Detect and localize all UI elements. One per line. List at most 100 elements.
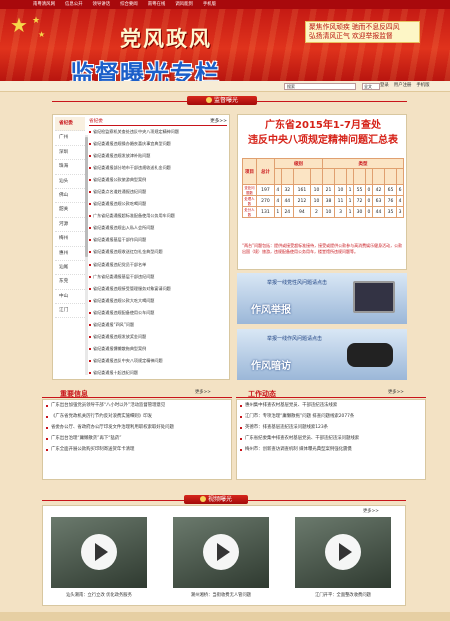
video-thumbnail[interactable] xyxy=(173,517,269,588)
list-item[interactable]: 省纪委通报违规公款吃喝问题 xyxy=(89,198,227,210)
list-item[interactable]: 惠州集中排查农村基层党员、干部违纪违法线索 xyxy=(237,400,425,411)
table-subheader xyxy=(383,168,398,185)
region-tab[interactable]: 珠海 xyxy=(55,160,85,175)
video-thumbnail[interactable] xyxy=(51,517,147,588)
list-item[interactable]: 广东省纪委集中排查农村基层党员、干部违纪违法问题线索 xyxy=(237,433,425,444)
table-cell: 10 xyxy=(334,184,348,196)
list-item[interactable]: 英德市：排查基层违纪违法问题线索123条 xyxy=(237,422,425,433)
list-item[interactable]: 广东全面开展公款购买印制寄送贺年卡清理 xyxy=(43,444,231,455)
section-label: 视频曝光 xyxy=(207,496,232,503)
list-item[interactable]: 省纪委通报违纪党员干部名单 xyxy=(89,259,227,271)
region-tab[interactable]: 江门 xyxy=(55,304,85,319)
header-banner: ★ ★ ★ 党风政风 监督曝光专栏 聚焦作风顽疾 驰而不息反四风 弘扬清风正气 … xyxy=(0,9,450,81)
region-tab[interactable]: 佛山 xyxy=(55,189,85,204)
table-cell: 24 xyxy=(280,206,294,218)
nav-item[interactable]: 南粤清风网 xyxy=(28,0,60,9)
list-item[interactable]: 省纪委通报违规收送红包礼金典型问题 xyxy=(89,246,227,258)
list-item[interactable]: 省纪委通报十起违纪问题 xyxy=(89,367,227,379)
table-row: 处分人数 131 1 24 94 2 10 3 1 30 0 44 35 3 xyxy=(242,206,404,218)
list-item[interactable]: 省纪委通报违规发放奖金问题 xyxy=(89,331,227,343)
work-more-link[interactable]: 更多>> xyxy=(388,389,404,395)
region-tab[interactable]: 惠州 xyxy=(55,247,85,261)
table-cell: 1 xyxy=(346,195,354,207)
play-icon[interactable] xyxy=(81,534,117,570)
video-more-link[interactable]: 更多>> xyxy=(363,508,379,514)
work-section-title: 工作动态 xyxy=(248,390,276,398)
nav-item[interactable]: 调风能到 xyxy=(170,0,198,9)
region-tab[interactable]: 梅州 xyxy=(55,232,85,247)
list-item[interactable]: 省纪委通报公款旅游典型案例 xyxy=(89,174,227,186)
list-item[interactable]: 省纪检监察机关查处违反中央八项规定精神问题 xyxy=(89,126,227,138)
table-cell: 21 xyxy=(321,184,336,196)
banner-heading: 作风暗访 xyxy=(251,361,291,372)
region-tab[interactable]: 韶关 xyxy=(55,203,85,218)
list-item[interactable]: 省纪委通报违规操办婚丧喜庆事宜典型问题 xyxy=(89,138,227,150)
row-label: 查处问题数 xyxy=(242,184,257,196)
list-item[interactable]: 省纪委通报部分地市干部违规收送礼金问题 xyxy=(89,162,227,174)
list-item[interactable]: 省纪委通报基层干部作风问题 xyxy=(89,234,227,246)
nav-item[interactable]: 综合要闻 xyxy=(115,0,143,9)
news-more-link[interactable]: 更多>> xyxy=(195,389,211,395)
table-cell: 11 xyxy=(334,195,348,207)
mobile-link[interactable]: 手机版 xyxy=(416,82,429,90)
list-item[interactable]: 省纪委通报“四风”问题 xyxy=(89,319,227,331)
report-banner[interactable]: 举报一线党性风问题请点击 作风举报 xyxy=(237,273,407,324)
nav-item[interactable]: 南粤在线 xyxy=(143,0,171,9)
table-cell: 2 xyxy=(309,206,324,218)
login-link[interactable]: 登录 xyxy=(380,82,389,90)
scrollbar[interactable] xyxy=(85,135,88,375)
search-bar: 搜索 全文 登录 用户注册 手机版 xyxy=(0,81,450,92)
nav-item[interactable]: 信息公开 xyxy=(60,0,88,9)
table-cell: 10 xyxy=(321,206,336,218)
list-item[interactable]: 省纪委通报违规配备使用公车问题 xyxy=(89,307,227,319)
list-item[interactable]: 省纪委通报违规出入私人会所问题 xyxy=(89,222,227,234)
section-title-supervise: 监督曝光 xyxy=(187,96,257,105)
region-tab[interactable]: 深圳 xyxy=(55,146,85,161)
list-item[interactable]: 广东省纪委通报超标准配备使用公务用车问题 xyxy=(89,210,227,222)
search-scope-select[interactable]: 全文 xyxy=(362,83,380,90)
list-item[interactable]: 省纪委通报违规接受管理服务对象宴请问题 xyxy=(89,283,227,295)
table-cell: 1 xyxy=(346,206,354,218)
video-thumbnail[interactable] xyxy=(295,517,391,588)
list-item[interactable]: 广东出台加强党员领导干部“八小时以外”活动监督管理意见 xyxy=(43,400,231,411)
table-cell: 212 xyxy=(292,195,311,207)
play-icon[interactable] xyxy=(325,534,361,570)
video-caption[interactable]: 潮州湘桥：当街收费无人管问题 xyxy=(173,592,269,598)
table-cell: 197 xyxy=(256,184,275,196)
slogan-line: 聚焦作风顽疾 驰而不息反四风 xyxy=(309,23,400,31)
list-item[interactable]: 省纪委通报违反中央八项规定精神问题 xyxy=(89,355,227,367)
star-icon: ★ xyxy=(10,13,28,37)
region-tab[interactable]: 汕头 xyxy=(55,175,85,189)
stats-title-line2: 违反中央八项规定精神问题汇总表 xyxy=(248,135,398,146)
region-tab[interactable]: 广州 xyxy=(55,131,85,146)
more-link[interactable]: 更多>> xyxy=(210,117,227,125)
video-caption[interactable]: 汕头潮南：立行立改 优化政务服务 xyxy=(51,592,147,598)
region-tab[interactable]: 河源 xyxy=(55,218,85,233)
list-item[interactable]: 《广东省党政机关厉行节约反对浪费实施细则》印发 xyxy=(43,411,231,422)
banner-text: 举报一线党性风问题请点击 xyxy=(267,280,328,286)
table-cell: 4 xyxy=(396,195,404,207)
list-item[interactable]: 省纪委通报违规发放津补贴问题 xyxy=(89,150,227,162)
list-item[interactable]: 省委办公厅、省政府办公厅印发文件治理利用职权索取好处问题 xyxy=(43,422,231,433)
play-icon[interactable] xyxy=(203,534,239,570)
region-tab[interactable]: 省纪委 xyxy=(55,117,85,132)
table-subheader xyxy=(334,168,348,185)
table-subheader xyxy=(321,168,336,185)
stats-panel: 广东省2015年1-7月查处 违反中央八项规定精神问题汇总表 项目 总计 级别 类型查… xyxy=(237,114,407,270)
list-item[interactable]: 省纪委通报慵懒散拖典型案例 xyxy=(89,343,227,355)
region-tab[interactable]: 中山 xyxy=(55,290,85,305)
nav-item[interactable]: 手机版 xyxy=(198,0,221,9)
nav-item[interactable]: 领导讲话 xyxy=(88,0,116,9)
inspection-banner[interactable]: 举报一线作风问题请点击 作风暗访 xyxy=(237,329,407,380)
region-tab[interactable]: 汕尾 xyxy=(55,261,85,276)
list-item[interactable]: 梅州市：创新查访调查机制 媒体曝光典型案例强化震慑 xyxy=(237,444,425,455)
list-item[interactable]: 广东省纪委通报基层干部违纪问题 xyxy=(89,271,227,283)
video-caption[interactable]: 江门开平：全面整改收费问题 xyxy=(295,592,391,598)
search-input[interactable]: 搜索 xyxy=(284,83,356,90)
list-item[interactable]: 江门市：专项治理“庸懒散拖”问题 排查问题线索2077条 xyxy=(237,411,425,422)
region-tab[interactable]: 东莞 xyxy=(55,275,85,290)
list-item[interactable]: 广东出台治理“庸懒散贪”再下“猛药” xyxy=(43,433,231,444)
list-item[interactable]: 省纪委点名道姓通报违纪问题 xyxy=(89,186,227,198)
list-item[interactable]: 省纪委通报违规公款大吃大喝问题 xyxy=(89,295,227,307)
register-link[interactable]: 用户注册 xyxy=(394,82,412,90)
